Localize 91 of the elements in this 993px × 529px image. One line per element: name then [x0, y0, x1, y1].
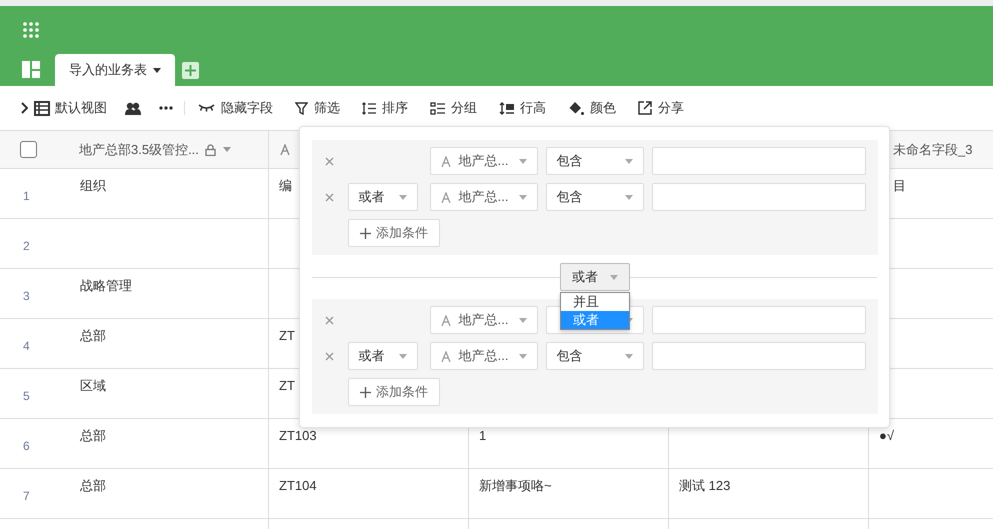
table-cell-text: ZT104: [278, 477, 317, 495]
chevron-icon[interactable]: [20, 102, 28, 114]
field-select[interactable]: 地产总...: [430, 306, 538, 334]
caret-icon: [518, 318, 527, 322]
lock-icon: [204, 144, 216, 156]
toolbar-button[interactable]: 分享: [638, 98, 684, 118]
sheet-tab[interactable]: 导入的业务表: [55, 54, 175, 86]
caret-icon: [153, 68, 161, 72]
table-cell-text: 1: [478, 427, 486, 445]
text-type-icon: [440, 192, 451, 202]
close-icon[interactable]: [325, 352, 334, 360]
row-number: 4: [22, 338, 31, 354]
plus-icon: [360, 386, 371, 398]
table-cell-text: ●√: [878, 427, 894, 445]
paint-bucket-icon: [568, 100, 584, 116]
group-icon: [430, 102, 445, 114]
closed-eye-icon: [198, 104, 215, 112]
text-type-icon: [440, 156, 451, 166]
table-cell-text: 目: [893, 177, 906, 195]
row-height-icon: [499, 102, 514, 114]
filter-icon: [295, 102, 308, 114]
caret-icon: [398, 194, 407, 200]
caret-icon: [610, 274, 618, 280]
table-cell-text: ZT: [278, 377, 295, 395]
sort-icon: [362, 102, 376, 114]
operator-select[interactable]: 包含: [546, 183, 644, 211]
text-type-icon: [440, 314, 451, 326]
row-number: 7: [22, 488, 31, 504]
toolbar-button[interactable]: 颜色: [568, 98, 616, 118]
close-icon[interactable]: [325, 192, 334, 202]
toolbar-button[interactable]: 分组: [430, 98, 477, 118]
close-icon[interactable]: [325, 316, 334, 324]
table-cell-text: 总部: [79, 427, 106, 445]
layout-icon[interactable]: [22, 61, 40, 78]
conjunction-select[interactable]: 或者: [348, 342, 418, 370]
caret-icon: [624, 158, 633, 164]
caret-icon: [518, 158, 527, 164]
field-select[interactable]: 地产总...: [430, 147, 538, 175]
row-number: 2: [22, 238, 31, 254]
table-cell-text: 总部: [79, 327, 106, 345]
table-icon: [34, 100, 50, 116]
row-number: 6: [22, 438, 31, 454]
share-icon: [638, 101, 652, 115]
text-type-icon: [440, 350, 451, 362]
row-number: 3: [22, 288, 31, 304]
row-number: 1: [22, 188, 31, 204]
add-condition-button[interactable]: 添加条件: [348, 378, 440, 406]
caret-icon: [624, 194, 633, 200]
plus-icon: [185, 65, 196, 76]
caret-icon: [624, 354, 633, 358]
table-cell-text: 战略管理: [79, 277, 132, 295]
table-cell-text: ZT: [278, 327, 295, 345]
row-number: 5: [22, 388, 31, 404]
more-icon[interactable]: [159, 106, 173, 110]
value-field[interactable]: [652, 147, 866, 175]
table-cell-text: 测试 123: [678, 477, 730, 495]
field-select[interactable]: 地产总...: [430, 183, 538, 211]
toolbar-button[interactable]: 行高: [499, 98, 546, 118]
toolbar-button[interactable]: 隐藏字段: [198, 98, 273, 118]
select-all-checkbox[interactable]: [20, 141, 37, 158]
caret-icon: [518, 194, 527, 200]
apps-icon[interactable]: [23, 22, 39, 38]
caret-icon: [518, 354, 527, 358]
toolbar-button[interactable]: 排序: [362, 98, 408, 118]
table-cell-text: 编: [278, 177, 292, 195]
table-cell-text: 总部: [79, 477, 106, 495]
people-icon[interactable]: [125, 102, 141, 114]
view-button[interactable]: 默认视图: [34, 98, 107, 118]
text-type-icon: [280, 144, 290, 155]
value-field[interactable]: [652, 183, 866, 211]
conjunction-select[interactable]: 或者: [348, 183, 418, 211]
caret-icon: [398, 354, 407, 358]
close-icon[interactable]: [325, 156, 334, 166]
table-cell-text: 组织: [79, 177, 106, 195]
add-condition-button[interactable]: 添加条件: [348, 219, 440, 247]
operator-select[interactable]: 包含: [546, 342, 644, 370]
group-conjunction-select[interactable]: 或者: [560, 263, 630, 291]
plus-icon: [360, 228, 371, 238]
toolbar-button[interactable]: 筛选: [295, 98, 340, 118]
value-field[interactable]: [652, 342, 866, 370]
field-select[interactable]: 地产总...: [430, 342, 538, 370]
operator-select[interactable]: 包含: [546, 147, 644, 175]
column-header[interactable]: 地产总部3.5级管控...: [79, 140, 199, 160]
caret-icon: [222, 147, 231, 152]
table-cell-text: 新增事项咯~: [478, 477, 552, 495]
dropdown-option[interactable]: 并且: [561, 293, 629, 311]
column-header[interactable]: 未命名字段_3: [893, 140, 972, 160]
add-sheet-button[interactable]: [182, 62, 199, 79]
table-cell-text: ZT103: [278, 427, 317, 445]
value-field[interactable]: [652, 306, 866, 334]
table-cell-text: 区域: [79, 377, 106, 395]
